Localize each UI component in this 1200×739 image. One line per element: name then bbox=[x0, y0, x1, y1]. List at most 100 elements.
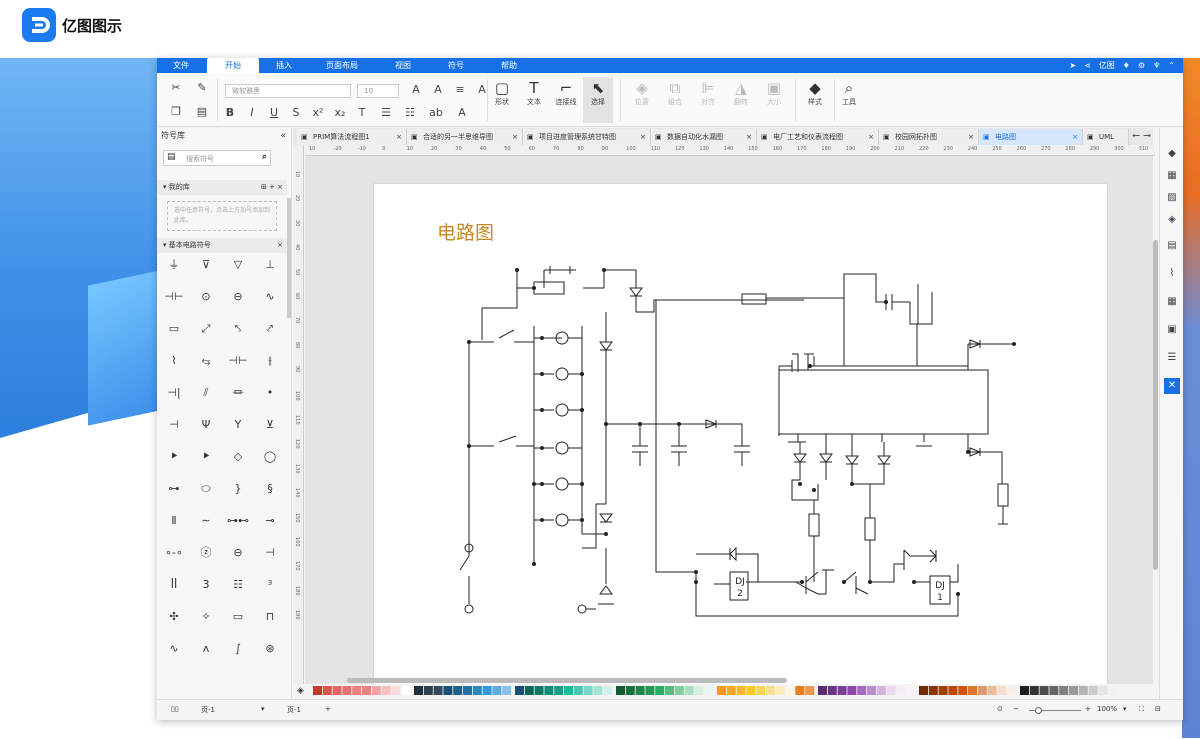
polarized-capacitor-icon[interactable]: ⊣| bbox=[161, 382, 187, 404]
italic-icon[interactable]: I bbox=[245, 106, 259, 119]
drawing-page[interactable]: 电路图 DJ 2 DJ 1 bbox=[374, 184, 1107, 694]
paste-icon[interactable]: ▤ bbox=[195, 105, 209, 118]
palette-swatch[interactable] bbox=[544, 686, 554, 695]
palette-swatch[interactable] bbox=[756, 686, 766, 695]
palette-swatch[interactable] bbox=[847, 686, 857, 695]
fuse-round-icon[interactable]: ⬭ bbox=[193, 478, 219, 500]
palette-swatch[interactable] bbox=[625, 686, 635, 695]
palette-swatch[interactable] bbox=[645, 686, 655, 695]
menu-home[interactable]: 开始 bbox=[207, 58, 259, 73]
antenna-mast-icon[interactable]: Ψ bbox=[193, 414, 219, 436]
connect-icon[interactable]: ✕ bbox=[1164, 378, 1180, 394]
ac-wave-icon[interactable]: ∿ bbox=[161, 638, 187, 660]
palette-swatch[interactable] bbox=[515, 686, 524, 695]
palette-swatch[interactable] bbox=[867, 686, 876, 695]
meter-circle-icon[interactable]: ⊖ bbox=[225, 542, 251, 564]
zoom-dropdown-icon[interactable]: ▾ bbox=[1123, 705, 1127, 713]
palette-swatch[interactable] bbox=[1098, 686, 1108, 695]
resistor-box-icon[interactable]: ▭ bbox=[161, 318, 187, 340]
fill-icon[interactable]: ◆ bbox=[1164, 146, 1180, 162]
pulse-icon[interactable]: ⊓ bbox=[257, 606, 283, 628]
palette-swatch[interactable] bbox=[948, 686, 958, 695]
chevron-down-icon[interactable]: ▾ bbox=[261, 705, 265, 713]
sawtooth-icon[interactable]: ʌ bbox=[193, 638, 219, 660]
palette-swatch[interactable] bbox=[795, 686, 805, 695]
palette-swatch[interactable] bbox=[616, 686, 625, 695]
close-icon[interactable]: × bbox=[512, 129, 518, 145]
palette-swatch[interactable] bbox=[381, 686, 391, 695]
menu-file[interactable]: 文件 bbox=[167, 58, 195, 73]
integral-icon[interactable]: ∫ bbox=[225, 638, 251, 660]
palette-swatch[interactable] bbox=[1069, 686, 1078, 695]
coil-icon[interactable]: ꟾꟾ bbox=[161, 574, 187, 596]
palette-swatch[interactable] bbox=[785, 686, 795, 695]
palette-swatch[interactable] bbox=[694, 686, 704, 695]
palette-swatch[interactable] bbox=[534, 686, 544, 695]
tab-pid[interactable]: ▣ 电厂工艺和仪表流程图 × bbox=[757, 129, 879, 145]
palette-swatch[interactable] bbox=[876, 686, 886, 695]
antenna-symbol-icon[interactable]: ⊽ bbox=[193, 254, 219, 276]
palette-swatch[interactable] bbox=[342, 686, 352, 695]
palette-swatch[interactable] bbox=[414, 686, 423, 695]
hook-icon[interactable]: § bbox=[257, 478, 283, 500]
palette-swatch[interactable] bbox=[1088, 686, 1098, 695]
palette-swatch[interactable] bbox=[726, 686, 736, 695]
palette-swatch[interactable] bbox=[1039, 686, 1049, 695]
palette-swatch[interactable] bbox=[332, 686, 342, 695]
palette-swatch[interactable] bbox=[362, 686, 371, 695]
palette-swatch[interactable] bbox=[573, 686, 583, 695]
page-selector[interactable]: 页-1 bbox=[201, 705, 215, 715]
shirt-icon[interactable]: ♆ bbox=[1153, 58, 1160, 73]
palette-swatch[interactable] bbox=[906, 686, 916, 695]
close-icon[interactable]: × bbox=[640, 129, 646, 145]
palette-swatch[interactable] bbox=[655, 686, 665, 695]
variable-resistor-icon[interactable]: ⤢ bbox=[193, 318, 219, 340]
menu-view[interactable]: 视图 bbox=[389, 58, 417, 73]
junction-dot-icon[interactable]: • bbox=[257, 382, 283, 404]
fit-page-icon[interactable]: ⛶ bbox=[1139, 705, 1144, 714]
led-icon[interactable]: ⯈ bbox=[161, 446, 187, 468]
my-library-section[interactable]: ▾ 我的库 ⊞ + × bbox=[157, 180, 287, 195]
palette-swatch[interactable] bbox=[564, 686, 573, 695]
palette-swatch[interactable] bbox=[453, 686, 463, 695]
page-view-icon[interactable]: ▯▯ bbox=[171, 705, 179, 713]
close-icon[interactable]: × bbox=[746, 129, 752, 145]
palette-swatches[interactable] bbox=[313, 685, 1153, 697]
underline-icon[interactable]: U bbox=[267, 106, 281, 119]
palette-swatch[interactable] bbox=[463, 686, 472, 695]
palette-swatch[interactable] bbox=[684, 686, 694, 695]
fuse-link-icon[interactable]: ⊸ bbox=[257, 510, 283, 532]
settings-icon[interactable]: ⚙ bbox=[1138, 58, 1145, 73]
loop-icon[interactable]: ◯ bbox=[257, 446, 283, 468]
lamp-symbol-icon[interactable]: ⊙ bbox=[193, 286, 219, 308]
palette-swatch[interactable] bbox=[896, 686, 906, 695]
table-icon[interactable]: ▦ bbox=[1164, 294, 1180, 310]
trimmer-capacitor-icon[interactable]: ⫽ bbox=[193, 382, 219, 404]
page-icon[interactable]: ▤ bbox=[1164, 238, 1180, 254]
select-tool-button[interactable]: ⬉ 选择 bbox=[583, 77, 613, 123]
inductor-icon[interactable]: ⥃ bbox=[193, 350, 219, 372]
line-spacing-icon[interactable]: ☰ bbox=[379, 106, 393, 119]
tab-network[interactable]: ▣ 校园网拓扑图 × bbox=[879, 129, 979, 145]
vertical-scrollbar[interactable] bbox=[1153, 240, 1158, 570]
image-icon[interactable]: ▨ bbox=[1164, 190, 1180, 206]
fuse-icon[interactable]: ⊶⊷ bbox=[225, 510, 251, 532]
style-button[interactable]: ◆ 样式 bbox=[800, 77, 830, 123]
horizontal-scrollbar[interactable] bbox=[347, 678, 787, 683]
my-library-actions[interactable]: ⊞ + × bbox=[261, 180, 283, 195]
palette-swatch[interactable] bbox=[371, 686, 381, 695]
circuit-diagram[interactable]: DJ 2 DJ 1 bbox=[374, 184, 1107, 694]
cut-icon[interactable]: ✂ bbox=[169, 81, 183, 94]
palette-swatch[interactable] bbox=[1049, 686, 1059, 695]
palette-swatch[interactable] bbox=[919, 686, 928, 695]
palette-swatch[interactable] bbox=[1007, 686, 1017, 695]
tab-scroll-arrows[interactable]: ⭠ ⭢ bbox=[1132, 130, 1151, 141]
tab-prim[interactable]: ▣ PRIM算法流程图1 × bbox=[297, 129, 407, 145]
search-icon[interactable]: ⌕ bbox=[262, 152, 267, 162]
palette-swatch[interactable] bbox=[1029, 686, 1039, 695]
send-icon[interactable]: ➤ bbox=[1069, 58, 1076, 73]
close-icon[interactable]: × bbox=[396, 129, 402, 145]
page-tab-1[interactable]: 页-1 bbox=[287, 705, 301, 715]
symbol-search-input[interactable]: ▤ 搜索符号 ⌕ bbox=[163, 150, 271, 166]
palette-swatch[interactable] bbox=[423, 686, 433, 695]
